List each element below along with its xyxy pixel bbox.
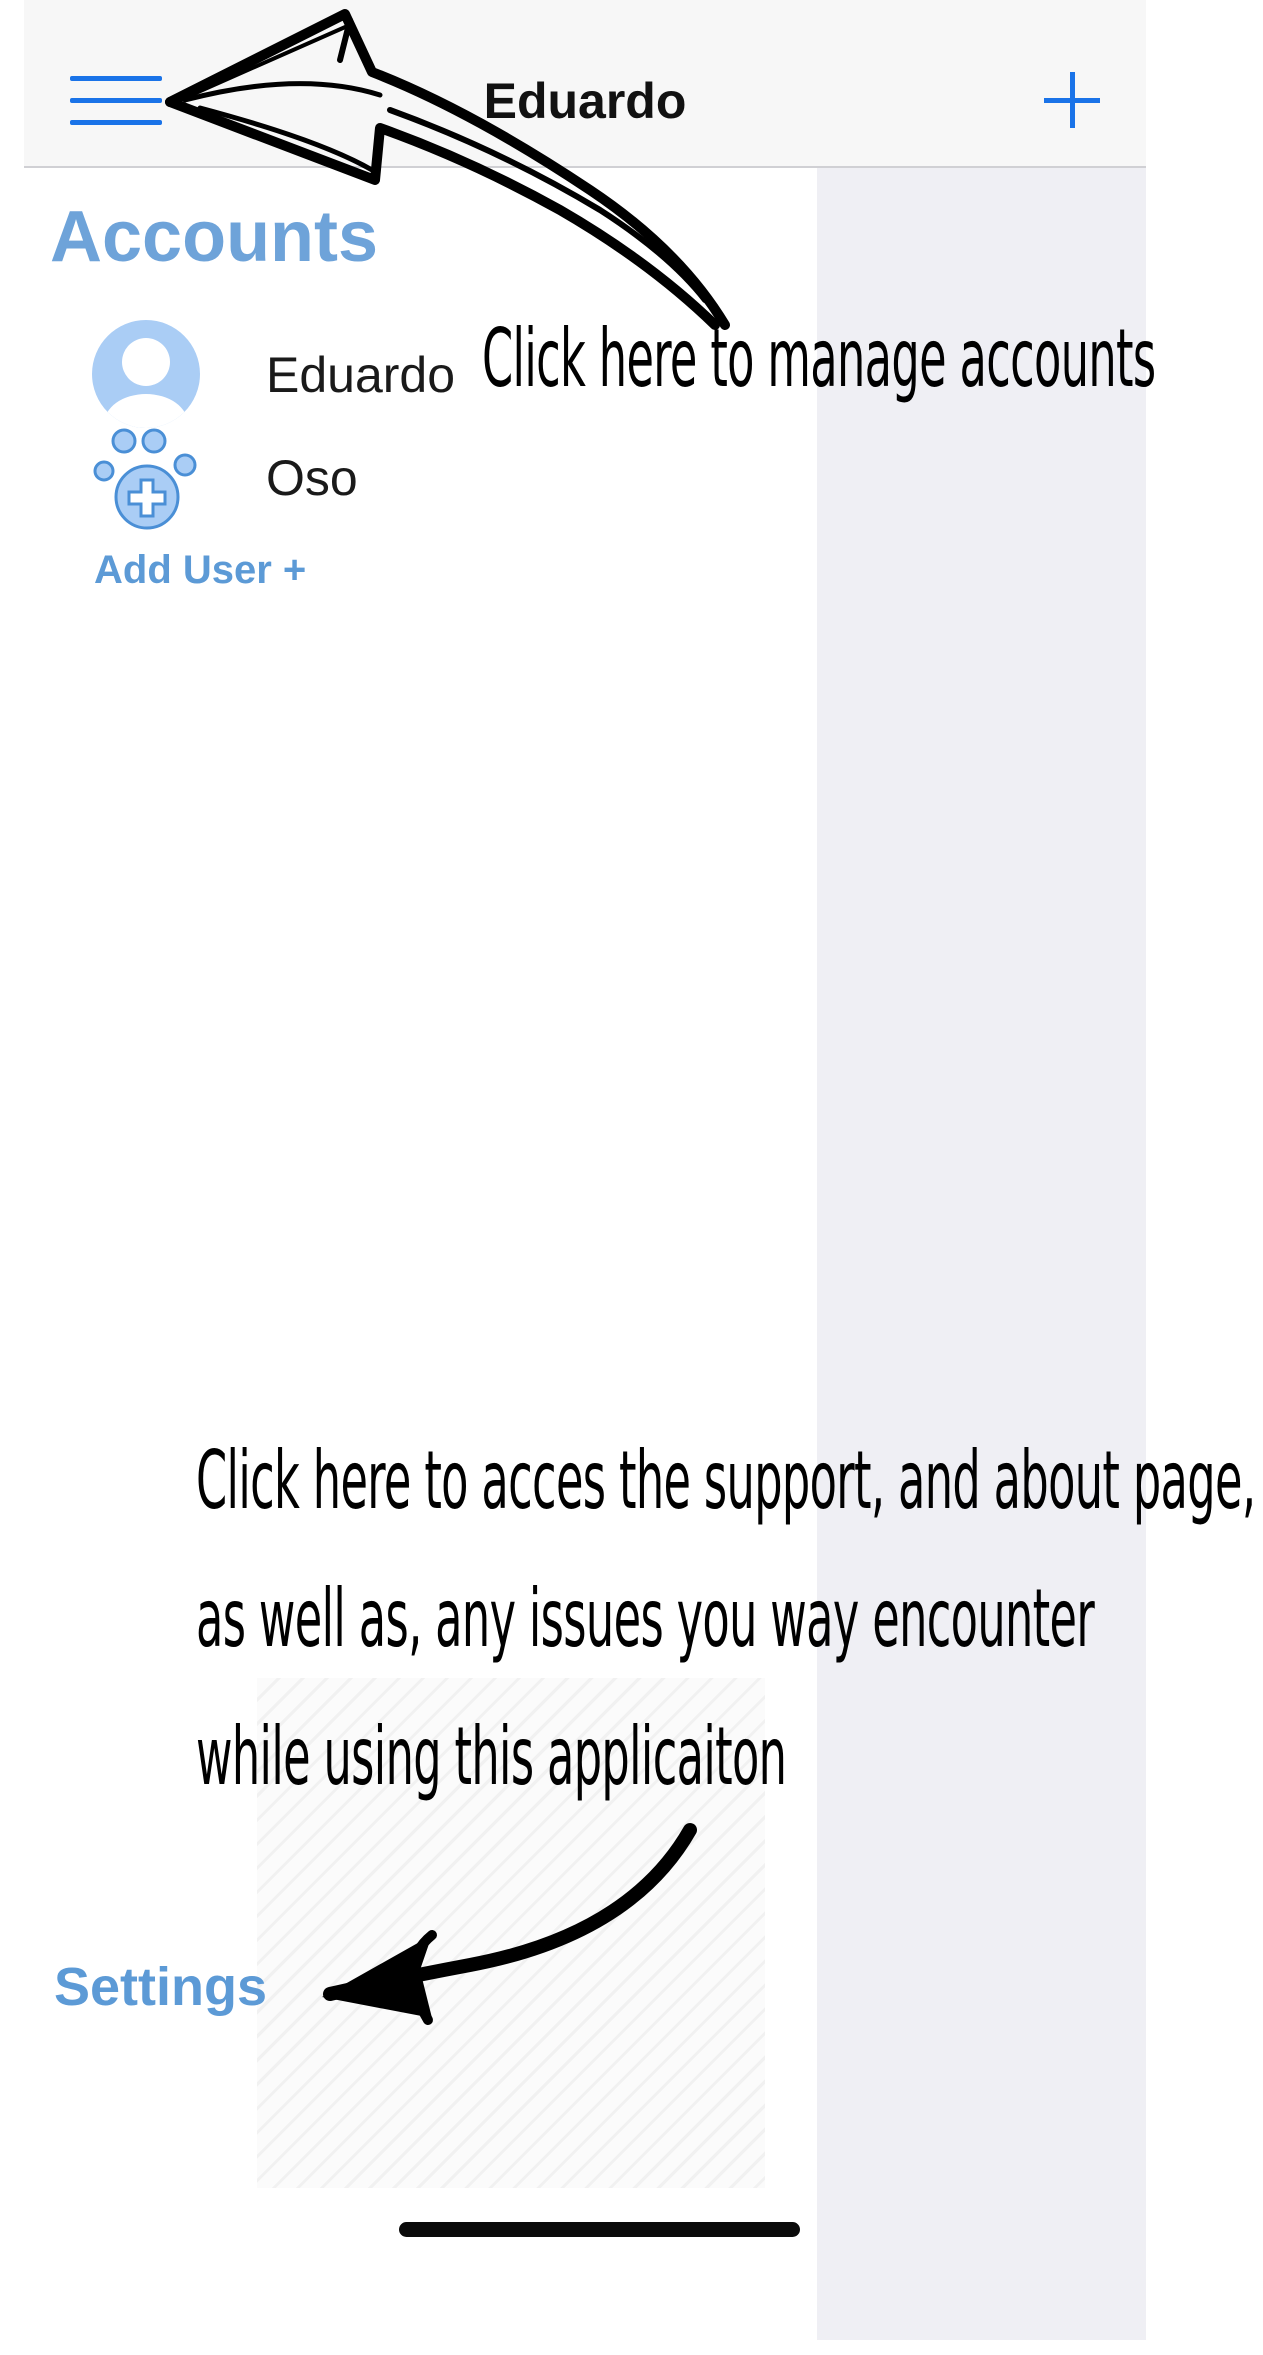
add-plus-icon[interactable] (1044, 72, 1100, 128)
user-avatar-icon (92, 320, 200, 428)
settings-link[interactable]: Settings (54, 1956, 267, 2018)
account-name: Eduardo (266, 347, 456, 403)
content-behind-drawer (817, 168, 1146, 2340)
nav-title: Eduardo (483, 73, 687, 129)
home-indicator[interactable] (399, 2222, 800, 2237)
add-user-link[interactable]: Add User + (94, 548, 306, 593)
background-pattern (257, 1678, 765, 2188)
pet-paw-plus-icon (93, 428, 197, 530)
account-row-eduardo[interactable]: Eduardo (92, 320, 652, 428)
phone-screen: Eduardo Accounts Eduardo Oso Add User + … (24, 0, 1146, 2340)
account-row-oso[interactable]: Oso (92, 423, 652, 530)
account-name: Oso (266, 450, 358, 506)
accounts-heading: Accounts (50, 197, 379, 277)
navigation-bar: Eduardo (24, 0, 1146, 168)
side-drawer: Accounts Eduardo Oso Add User + Settings (24, 168, 817, 2340)
